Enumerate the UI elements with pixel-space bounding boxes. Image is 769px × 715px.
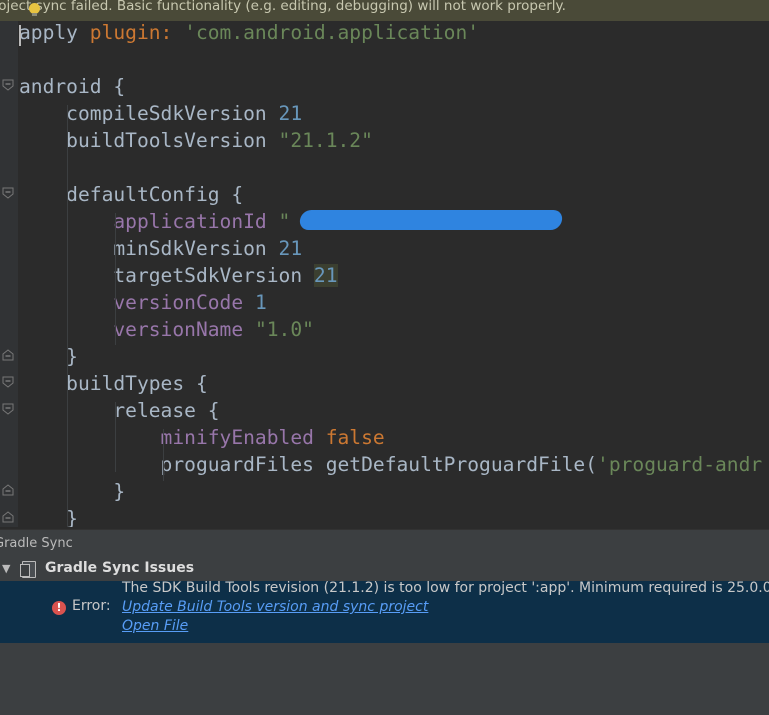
indent-guide <box>115 402 116 472</box>
code-token: "1.0" <box>254 318 314 341</box>
open-file-link[interactable]: Open File <box>122 618 188 634</box>
code-token: } <box>19 345 78 368</box>
code-line[interactable]: apply plugin: 'com.android.application' <box>19 21 479 46</box>
code-token: 21 <box>278 237 303 260</box>
code-line[interactable]: versionName "1.0" <box>19 316 314 343</box>
code-token: release { <box>19 399 220 422</box>
panel-empty-area <box>0 643 769 715</box>
error-icon: ! <box>52 601 66 615</box>
code-token: apply <box>19 21 90 44</box>
code-line[interactable]: buildTypes { <box>19 370 208 397</box>
error-label: Error: <box>72 598 111 614</box>
code-token: 'com.android.application' <box>184 21 480 44</box>
banner-message: roject sync failed. Basic functionality … <box>0 0 566 14</box>
code-line[interactable]: android { <box>19 73 125 100</box>
error-entry[interactable]: ! Error: The SDK Build Tools revision (2… <box>0 580 769 643</box>
code-token: buildToolsVersion <box>19 129 279 152</box>
code-token: applicationId <box>19 210 279 233</box>
fold-collapse-icon[interactable] <box>1 186 15 200</box>
fold-end-icon[interactable] <box>1 483 15 497</box>
code-token: "21.1.2" <box>278 129 373 152</box>
code-line[interactable]: minSdkVersion 21 <box>19 235 302 262</box>
code-line[interactable]: proguardFiles getDefaultProguardFile('pr… <box>19 451 763 478</box>
code-line[interactable]: } <box>19 478 125 505</box>
panel-title: Gradle Sync <box>0 536 73 551</box>
code-token: false <box>325 426 385 449</box>
update-build-tools-link[interactable]: Update Build Tools version and sync proj… <box>122 599 428 615</box>
code-line[interactable]: buildToolsVersion "21.1.2" <box>19 127 373 154</box>
indent-guide <box>163 429 164 481</box>
code-token: targetSdkVersion <box>19 264 314 287</box>
redaction-mark <box>298 210 564 230</box>
fold-collapse-icon[interactable] <box>1 78 15 92</box>
code-editor[interactable]: apply plugin: 'com.android.application' a… <box>0 21 769 527</box>
code-token: minSdkVersion <box>19 237 279 260</box>
code-token: versionCode <box>19 291 255 314</box>
code-token: buildTypes { <box>19 372 208 395</box>
code-token: compileSdkVersion <box>19 102 279 125</box>
code-line[interactable]: defaultConfig { <box>19 181 243 208</box>
code-token: defaultConfig { <box>19 183 244 206</box>
code-token: 21 <box>278 102 303 125</box>
code-token: 21 <box>313 264 338 287</box>
code-line[interactable]: compileSdkVersion 21 <box>19 100 302 127</box>
code-token: 1 <box>254 291 267 314</box>
indent-guide <box>67 105 68 527</box>
code-token: plugin: <box>89 21 185 44</box>
gradle-sync-panel: ▼ Gradle Sync Issues ! Error: The SDK Bu… <box>0 557 769 715</box>
code-line[interactable]: } <box>19 505 78 527</box>
gradle-sync-tab[interactable]: Gradle Sync <box>0 529 769 558</box>
fold-collapse-icon[interactable] <box>1 375 15 389</box>
sync-failed-banner[interactable]: roject sync failed. Basic functionality … <box>0 0 769 21</box>
code-line[interactable]: minifyEnabled false <box>19 424 385 451</box>
fold-collapse-icon[interactable] <box>1 402 15 416</box>
code-token: } <box>19 507 78 527</box>
code-token: 'proguard-andr <box>597 453 763 476</box>
text-cursor <box>19 25 21 46</box>
fold-end-icon[interactable] <box>1 348 15 362</box>
triangle-down-icon[interactable]: ▼ <box>2 557 10 580</box>
code-line[interactable]: release { <box>19 397 220 424</box>
tree-header-label: Gradle Sync Issues <box>45 560 195 576</box>
gradle-sync-icon <box>20 561 36 578</box>
code-line[interactable]: } <box>19 343 78 370</box>
code-token: android { <box>19 75 126 98</box>
code-token: minifyEnabled <box>19 426 326 449</box>
code-token: } <box>19 480 126 503</box>
editor-gutter <box>0 21 18 527</box>
fold-end-icon[interactable] <box>1 510 15 524</box>
gradle-sync-issues-node[interactable]: ▼ Gradle Sync Issues <box>0 557 769 580</box>
indent-guide <box>115 213 116 345</box>
code-token: proguardFiles getDefaultProguardFile( <box>19 453 598 476</box>
lightbulb-icon[interactable] <box>29 3 40 16</box>
code-line[interactable]: versionCode 1 <box>19 289 267 316</box>
code-token: versionName <box>19 318 255 341</box>
error-message: The SDK Build Tools revision (21.1.2) is… <box>122 580 769 596</box>
